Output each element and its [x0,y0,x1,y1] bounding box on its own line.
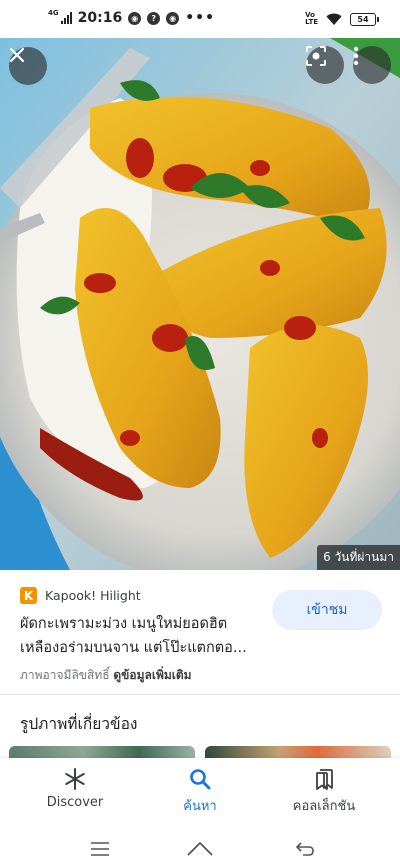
source-row[interactable]: K Kapook! Hilight [20,587,141,604]
search-icon [190,769,211,790]
nav-collections[interactable]: คอลเล็กชัน [264,768,384,816]
more-options-button[interactable] [353,46,391,84]
wifi-icon [326,13,342,25]
asterisk-icon [65,768,85,790]
collections-icon [316,769,333,790]
source-name: Kapook! Hilight [45,588,141,603]
divider [0,694,400,695]
related-thumbnail[interactable] [205,746,391,758]
copyright-notice: ภาพอาจมีลิขสิทธิ์ [20,668,110,682]
notification-icon-1: ◉ [128,11,142,25]
status-left: 4G 20:16 ◉ ? ◉ ••• [48,9,216,26]
copyright-row: ภาพอาจมีลิขสิทธิ์ ดูข้อมูลเพิ่มเติม [20,666,192,685]
notification-icon-3: ◉ [166,11,180,25]
time-ago-badge: 6 วันที่ผ่านมา [317,545,400,570]
nav-search[interactable]: ค้นหา [140,768,260,816]
result-info: K Kapook! Hilight ผัดกะเพรามะม่วง เมนูให… [0,570,400,694]
related-images-heading: รูปภาพที่เกี่ยวข้อง [20,715,138,733]
visit-button[interactable]: เข้าชม [272,590,382,630]
bottom-navigation: Discover ค้นหา คอลเล็กชัน [0,758,400,830]
recents-icon [91,842,109,856]
battery-icon: 54 [350,12,379,26]
system-navigation [0,830,400,868]
more-vertical-icon [353,46,359,66]
lens-button[interactable] [306,46,344,84]
nav-discover[interactable]: Discover [15,768,135,810]
status-right: Vo LTE 54 [305,11,379,26]
recents-button[interactable] [85,836,115,862]
source-logo-icon: K [20,587,37,604]
related-thumbnail[interactable] [9,746,195,758]
image-preview[interactable]: 6 วันที่ผ่านมา [0,38,400,570]
back-button[interactable] [290,836,320,862]
network-type: 4G [48,9,59,17]
signal-icon [60,12,72,24]
clock: 20:16 [77,10,123,26]
close-button[interactable] [9,47,47,85]
home-button[interactable] [185,836,215,862]
food-photo [0,38,400,570]
back-icon [296,842,314,856]
volte-indicator: Vo LTE [305,11,318,26]
status-bar: 4G 20:16 ◉ ? ◉ ••• Vo LTE 54 [0,0,400,38]
nav-search-label: ค้นหา [183,799,217,814]
nav-collections-label: คอลเล็กชัน [292,799,356,814]
details-link[interactable]: ดูข้อมูลเพิ่มเติม [113,668,191,682]
nav-discover-label: Discover [46,795,104,810]
close-icon [9,47,25,63]
notification-icon-2: ? [147,11,161,25]
lens-icon [306,46,326,66]
result-title[interactable]: ผัดกะเพรามะม่วง เมนูใหม่ยอดฮิต เหลืองอร่… [20,612,260,660]
home-icon [187,842,213,856]
more-notifications-icon: ••• [185,10,216,26]
